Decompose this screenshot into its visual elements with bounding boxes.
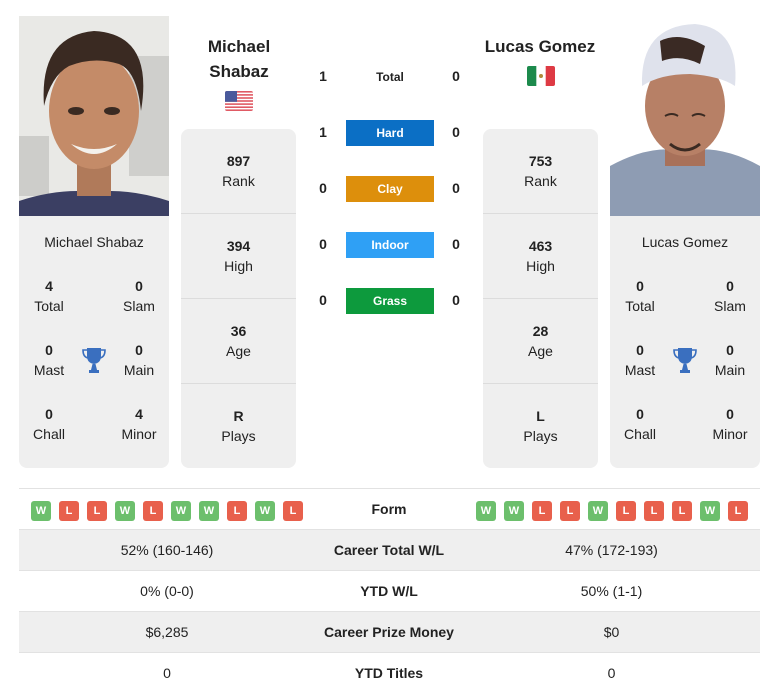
player1-form-badge-win[interactable]: W — [199, 501, 219, 521]
h2h-row-hard: 1 Hard 0 — [300, 120, 480, 146]
player1-ytd-wl: 0% (0-0) — [140, 583, 194, 599]
player1-h2h-hard: 1 — [319, 124, 327, 140]
player2-ytd-titles: 0 — [607, 665, 616, 681]
player2-photo — [610, 16, 760, 216]
player2-titles-main: 0 Main — [714, 342, 746, 378]
player2-titles-chall: 0 Chall — [624, 406, 656, 442]
trophy-icon — [82, 347, 106, 373]
stats-table: WLLWLWWLWL Form WWLLWLLLWL 52% (160-146)… — [19, 488, 760, 693]
player1-h2h-indoor: 0 — [319, 236, 327, 252]
player1-plays: R Plays — [221, 408, 256, 444]
mexico-flag-icon — [527, 66, 555, 86]
form-row: WLLWLWWLWL Form WWLLWLLLWL — [19, 488, 760, 529]
player2-form-badge-win[interactable]: W — [588, 501, 608, 521]
player2-age: 28 Age — [483, 299, 598, 384]
player1-high: 394 High — [181, 214, 296, 299]
surface-clay-label[interactable]: Clay — [346, 176, 434, 202]
player1-form-badge-loss[interactable]: L — [227, 501, 247, 521]
usa-flag-icon — [225, 91, 253, 111]
player2-h2h-total: 0 — [452, 68, 460, 84]
ytd-titles-label: YTD Titles — [354, 665, 424, 681]
player2-titles-card: Lucas Gomez 0 Total 0 Slam 0 Mast 0 Main… — [610, 216, 760, 468]
player1-titles-main: 0 Main — [123, 342, 155, 378]
player1-h2h-grass: 0 — [319, 292, 327, 308]
player2-titles-mast: 0 Mast — [624, 342, 656, 378]
player2-form: WWLLWLLLWL — [476, 501, 748, 521]
player1-prize-money: $6,285 — [145, 624, 189, 640]
player1-titles-slam: 0 Slam — [123, 278, 155, 314]
player2-h2h-grass: 0 — [452, 292, 460, 308]
player2-ytd-wl: 50% (1-1) — [580, 583, 643, 599]
player1-titles-mast: 0 Mast — [33, 342, 65, 378]
player1-titles-minor: 4 Minor — [121, 406, 157, 442]
player1-h2h-total: 1 — [319, 68, 327, 84]
player2-form-badge-win[interactable]: W — [700, 501, 720, 521]
player1-titles-total: 4 Total — [34, 278, 64, 314]
player2-titles-slam: 0 Slam — [714, 278, 746, 314]
player1-age: 36 Age — [181, 299, 296, 384]
player1-form-badge-win[interactable]: W — [115, 501, 135, 521]
player1-form-badge-win[interactable]: W — [171, 501, 191, 521]
prize-money-label: Career Prize Money — [324, 624, 454, 640]
player2-name-heading[interactable]: Lucas Gomez — [470, 34, 610, 59]
player2-titles-minor: 0 Minor — [712, 406, 748, 442]
player2-career-wl: 47% (172-193) — [565, 542, 658, 558]
player1-form-badge-loss[interactable]: L — [59, 501, 79, 521]
player1-form-badge-loss[interactable]: L — [87, 501, 107, 521]
player1-rank: 897 Rank — [181, 129, 296, 214]
player2-titles-total: 0 Total — [625, 278, 655, 314]
player1-first-name: Michael — [207, 37, 271, 56]
player1-name-heading[interactable]: Michael Shabaz — [169, 34, 309, 84]
surface-total-label: Total — [376, 70, 404, 84]
player2-card-name[interactable]: Lucas Gomez — [610, 234, 760, 250]
player2-form-badge-loss[interactable]: L — [728, 501, 748, 521]
surface-indoor-label[interactable]: Indoor — [346, 232, 434, 258]
h2h-row-total: 1 Total 0 — [300, 64, 480, 90]
h2h-row-indoor: 0 Indoor 0 — [300, 232, 480, 258]
player1-form-badge-loss[interactable]: L — [283, 501, 303, 521]
surface-hard-label[interactable]: Hard — [346, 120, 434, 146]
career-wl-row: 52% (160-146) Career Total W/L 47% (172-… — [19, 529, 760, 570]
player2-h2h-indoor: 0 — [452, 236, 460, 252]
player2-high: 463 High — [483, 214, 598, 299]
player1-info-card: 897 Rank 394 High 36 Age R Plays — [181, 129, 296, 468]
player2-rank: 753 Rank — [483, 129, 598, 214]
player2-form-badge-loss[interactable]: L — [532, 501, 552, 521]
player2-form-badge-win[interactable]: W — [476, 501, 496, 521]
player1-card-name[interactable]: Michael Shabaz — [19, 234, 169, 250]
player2-form-badge-loss[interactable]: L — [672, 501, 692, 521]
career-wl-label: Career Total W/L — [333, 542, 445, 558]
player2-form-badge-loss[interactable]: L — [616, 501, 636, 521]
player2-prize-money: $0 — [603, 624, 620, 640]
h2h-row-grass: 0 Grass 0 — [300, 288, 480, 314]
ytd-wl-row: 0% (0-0) YTD W/L 50% (1-1) — [19, 570, 760, 611]
player1-form-badge-win[interactable]: W — [255, 501, 275, 521]
player2-plays: L Plays — [523, 408, 558, 444]
player1-career-wl: 52% (160-146) — [120, 542, 214, 558]
player2-form-badge-win[interactable]: W — [504, 501, 524, 521]
ytd-wl-label: YTD W/L — [360, 583, 418, 599]
ytd-titles-row: 0 YTD Titles 0 — [19, 652, 760, 693]
surface-grass-label[interactable]: Grass — [346, 288, 434, 314]
player2-info-card: 753 Rank 463 High 28 Age L Plays — [483, 129, 598, 468]
player1-form-badge-win[interactable]: W — [31, 501, 51, 521]
player1-last-name: Shabaz — [209, 62, 269, 81]
player2-form-badge-loss[interactable]: L — [560, 501, 580, 521]
player1-photo — [19, 16, 169, 216]
player2-h2h-clay: 0 — [452, 180, 460, 196]
player1-ytd-titles: 0 — [163, 665, 171, 681]
h2h-row-clay: 0 Clay 0 — [300, 176, 480, 202]
player1-titles-chall: 0 Chall — [33, 406, 65, 442]
player1-form-badge-loss[interactable]: L — [143, 501, 163, 521]
player1-h2h-clay: 0 — [319, 180, 327, 196]
form-label: Form — [371, 501, 407, 517]
player1-titles-card: Michael Shabaz 4 Total 0 Slam 0 Mast 0 M… — [19, 216, 169, 468]
trophy-icon — [673, 347, 697, 373]
player1-form: WLLWLWWLWL — [31, 501, 303, 521]
player2-h2h-hard: 0 — [452, 124, 460, 140]
player2-form-badge-loss[interactable]: L — [644, 501, 664, 521]
prize-money-row: $6,285 Career Prize Money $0 — [19, 611, 760, 652]
